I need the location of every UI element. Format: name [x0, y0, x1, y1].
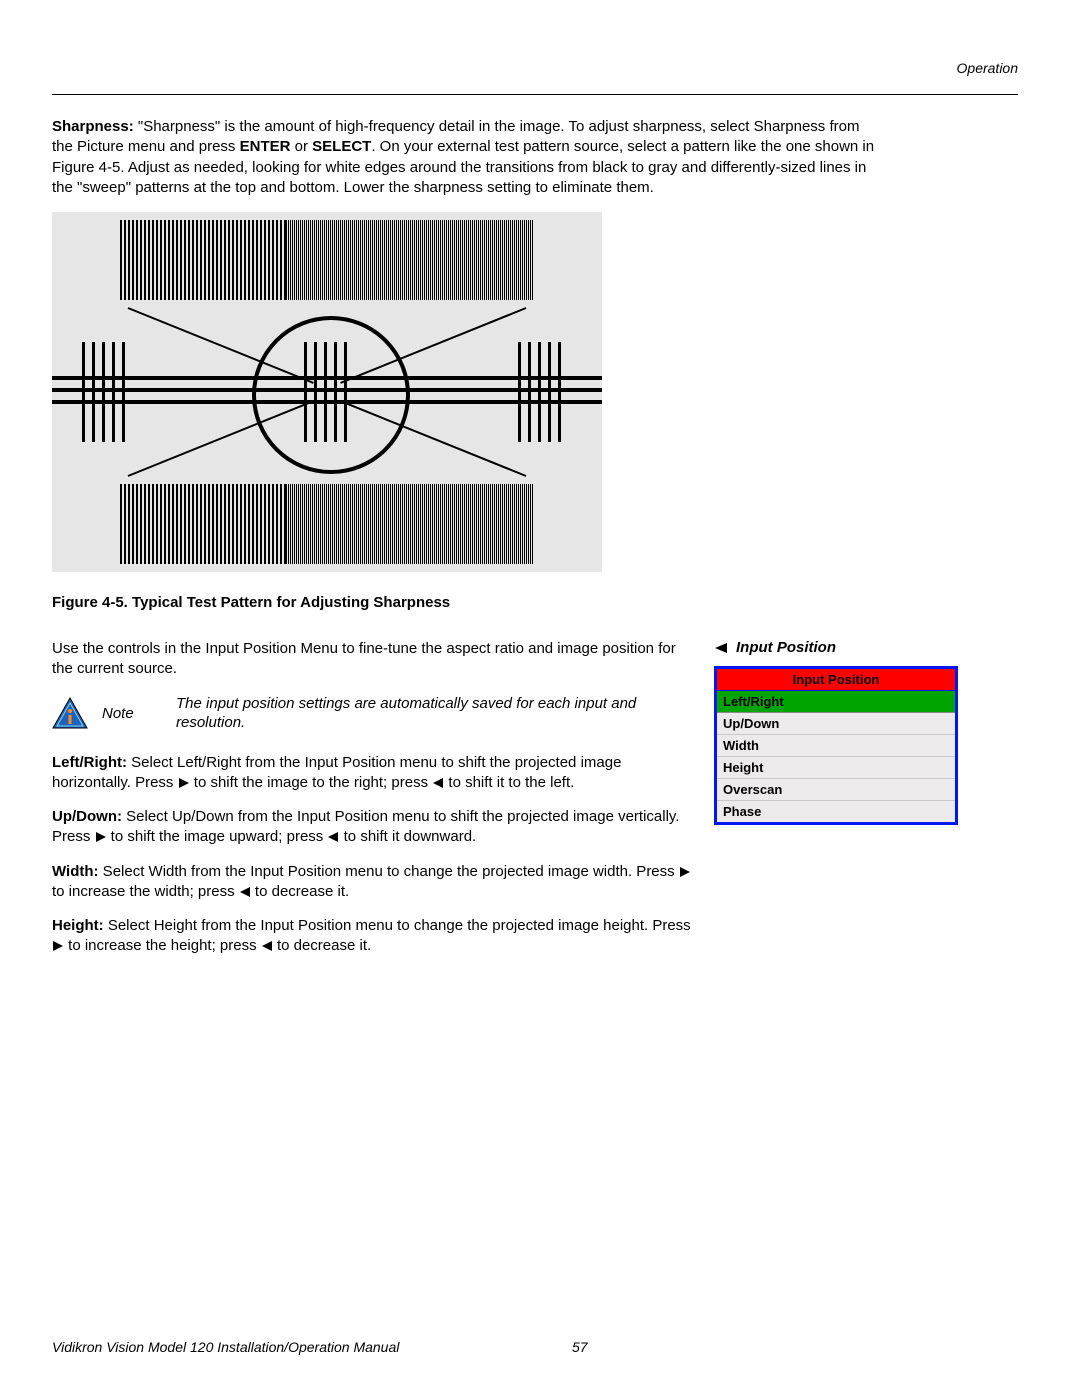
- menu-item: Phase: [717, 801, 955, 822]
- leftright-paragraph: Left/Right: Select Left/Right from the I…: [52, 753, 692, 794]
- triangle-right-icon: [679, 866, 691, 878]
- menu-item: Height: [717, 757, 955, 779]
- note-text: The input position settings are automati…: [176, 694, 692, 733]
- sidebar-heading: Input Position: [714, 639, 1018, 656]
- note-block: Note The input position settings are aut…: [52, 694, 692, 733]
- triangle-right-icon: [178, 777, 190, 789]
- triangle-left-icon: [239, 886, 251, 898]
- menu-item: Width: [717, 735, 955, 757]
- triangle-right-icon: [52, 940, 64, 952]
- footer-page-number: 57: [572, 1339, 588, 1355]
- triangle-left-icon: [432, 777, 444, 789]
- menu-item: Up/Down: [717, 713, 955, 735]
- note-icon: [52, 697, 88, 729]
- width-paragraph: Width: Select Width from the Input Posit…: [52, 862, 692, 903]
- menu-item: Overscan: [717, 779, 955, 801]
- menu-title: Input Position: [717, 669, 955, 691]
- height-paragraph: Height: Select Height from the Input Pos…: [52, 916, 692, 957]
- updown-paragraph: Up/Down: Select Up/Down from the Input P…: [52, 807, 692, 848]
- header-rule: [52, 94, 1018, 95]
- input-position-menu: Input Position Left/Right Up/Down Width …: [714, 666, 958, 825]
- triangle-left-icon: [327, 831, 339, 843]
- sharpness-paragraph: Sharpness: "Sharpness" is the amount of …: [52, 117, 877, 198]
- header-section: Operation: [52, 60, 1018, 76]
- menu-item-selected: Left/Right: [717, 691, 955, 713]
- triangle-right-icon: [95, 831, 107, 843]
- input-position-intro: Use the controls in the Input Position M…: [52, 639, 692, 680]
- triangle-left-icon: [261, 940, 273, 952]
- page-footer: Vidikron Vision Model 120 Installation/O…: [52, 1339, 1018, 1355]
- figure-caption: Figure 4-5. Typical Test Pattern for Adj…: [52, 594, 877, 611]
- triangle-left-icon: [714, 642, 728, 654]
- figure-test-pattern: [52, 212, 602, 572]
- note-label: Note: [102, 705, 162, 722]
- sharpness-label: Sharpness:: [52, 118, 134, 135]
- footer-title: Vidikron Vision Model 120 Installation/O…: [52, 1339, 399, 1355]
